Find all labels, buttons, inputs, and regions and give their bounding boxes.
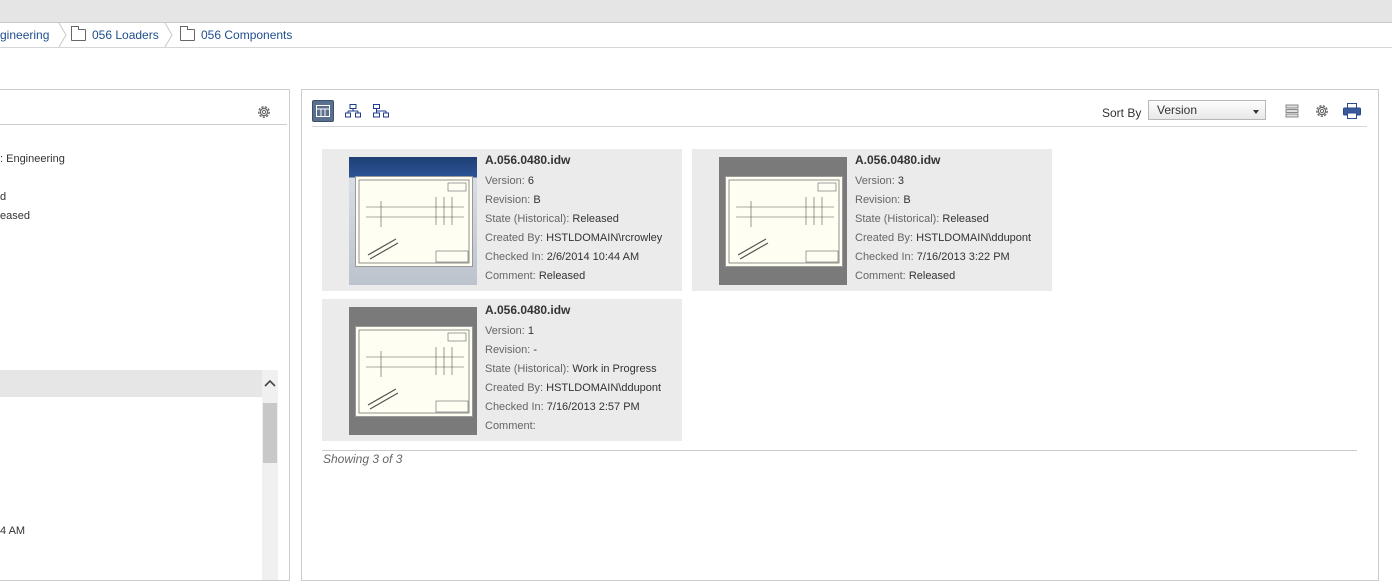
created-by-label: Created By:: [485, 232, 544, 244]
file-name[interactable]: A.056.0480.idw: [485, 303, 680, 322]
grid-view-button[interactable]: [312, 100, 334, 122]
drawing-preview: [355, 176, 473, 267]
checked-in-label: Checked In:: [485, 251, 544, 263]
checked-in-value: 2/6/2014 10:44 AM: [546, 251, 640, 263]
property-value: 4 AM: [0, 525, 26, 537]
gear-icon[interactable]: [1313, 102, 1331, 120]
comment-label: Comment:: [485, 420, 536, 432]
revision-label: Revision:: [855, 194, 901, 206]
revision-value: B: [903, 194, 911, 206]
file-name[interactable]: A.056.0480.idw: [485, 153, 680, 172]
created-by-label: Created By:: [485, 382, 544, 394]
checked-in-value: 7/16/2013 2:57 PM: [546, 401, 640, 413]
folder-icon: [71, 26, 86, 41]
state-label: State (Historical):: [855, 213, 940, 225]
scroll-up-icon[interactable]: [262, 373, 278, 393]
print-icon[interactable]: [1343, 102, 1361, 120]
comment-label: Comment:: [855, 270, 906, 282]
relationship-view-button[interactable]: [370, 100, 392, 122]
sort-by-value: Version: [1157, 103, 1198, 117]
state-label: State (Historical):: [485, 363, 570, 375]
gear-icon[interactable]: [256, 104, 272, 120]
revision-label: Revision:: [485, 344, 531, 356]
version-value: 3: [897, 175, 904, 187]
checked-in-label: Checked In:: [855, 251, 914, 263]
state-value: Released: [572, 213, 619, 225]
created-by-value: HSTLDOMAIN\rcrowley: [546, 232, 663, 244]
drawing-thumbnail: [349, 157, 477, 285]
revision-value: B: [533, 194, 541, 206]
hierarchy-icon: [373, 104, 389, 118]
comment-label: Comment:: [485, 270, 536, 282]
history-toolbar: Sort By Version: [312, 98, 1367, 127]
properties-panel: : Engineering d eased 4 AM: [0, 89, 290, 581]
chevron-down-icon: [1253, 110, 1259, 114]
scrollbar-thumb[interactable]: [263, 403, 277, 463]
drawing-thumbnail: [719, 157, 847, 285]
sort-by-label: Sort By: [1102, 106, 1142, 120]
folder-icon: [180, 26, 195, 41]
file-version-card[interactable]: A.056.0480.idw Version: 1 Revision: - St…: [322, 299, 682, 441]
comment-value: Released: [538, 270, 586, 282]
breadcrumb-label: gineering: [0, 28, 50, 42]
scrollbar-track[interactable]: [262, 370, 278, 580]
property-value: : Engineering: [0, 153, 65, 165]
property-value: d: [0, 191, 7, 203]
state-label: State (Historical):: [485, 213, 570, 225]
breadcrumb-item-engineering[interactable]: gineering: [0, 23, 49, 47]
version-label: Version:: [485, 325, 525, 337]
drawing-preview: [355, 326, 473, 417]
breadcrumb-item-056-loaders[interactable]: 056 Loaders: [71, 23, 159, 47]
state-value: Released: [942, 213, 989, 225]
file-version-card[interactable]: A.056.0480.idw Version: 3 Revision: B St…: [692, 149, 1052, 291]
section-header-row: [0, 370, 262, 397]
created-by-label: Created By:: [855, 232, 914, 244]
breadcrumb-separator-icon: [58, 23, 68, 47]
file-version-card[interactable]: A.056.0480.idw Version: 6 Revision: B St…: [322, 149, 682, 291]
top-bar: [0, 0, 1392, 23]
breadcrumb-label: 056 Loaders: [92, 28, 159, 42]
state-value: Work in Progress: [572, 363, 657, 375]
comment-value: Released: [908, 270, 956, 282]
hierarchy-icon: [345, 104, 361, 118]
created-by-value: HSTLDOMAIN\ddupont: [546, 382, 662, 394]
version-label: Version:: [855, 175, 895, 187]
history-panel: Sort By Version A.056.0480.idw Version: …: [301, 89, 1379, 581]
version-value: 6: [527, 175, 534, 187]
version-value: 1: [527, 325, 534, 337]
grid-view-icon: [316, 105, 330, 117]
file-name[interactable]: A.056.0480.idw: [855, 153, 1050, 172]
results-count: Showing 3 of 3: [323, 452, 403, 466]
breadcrumb-item-056-components[interactable]: 056 Components: [180, 23, 292, 47]
sort-by-select[interactable]: Version: [1148, 100, 1266, 120]
list-view-icon[interactable]: [1283, 102, 1301, 120]
revision-label: Revision:: [485, 194, 531, 206]
breadcrumb-label: 056 Components: [201, 28, 293, 42]
properties-panel-header: [0, 90, 287, 125]
property-value: eased: [0, 210, 30, 222]
checked-in-value: 7/16/2013 3:22 PM: [916, 251, 1010, 263]
revision-value: -: [533, 344, 537, 356]
tree-view-button[interactable]: [342, 100, 364, 122]
breadcrumb-separator-icon: [164, 23, 174, 47]
created-by-value: HSTLDOMAIN\ddupont: [916, 232, 1032, 244]
checked-in-label: Checked In:: [485, 401, 544, 413]
drawing-thumbnail: [349, 307, 477, 435]
drawing-preview: [725, 176, 843, 267]
results-divider: [322, 450, 1357, 451]
breadcrumb: gineering 056 Loaders 056 Components: [0, 23, 1392, 48]
version-label: Version:: [485, 175, 525, 187]
